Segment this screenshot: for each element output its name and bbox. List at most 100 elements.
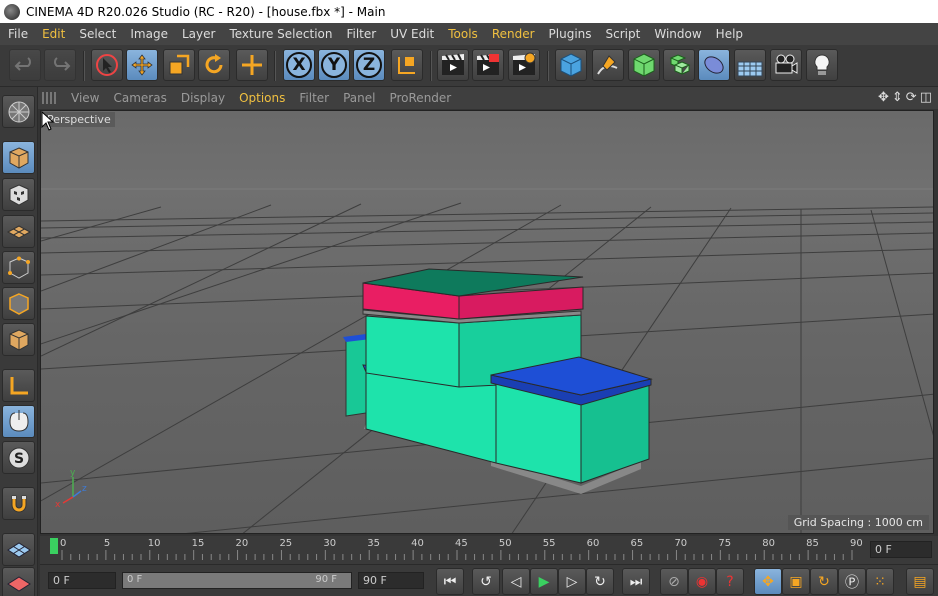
texture-mode-button[interactable] (2, 178, 35, 211)
scale-tool-button[interactable] (163, 49, 195, 81)
viewport-menu-cameras[interactable]: Cameras (106, 91, 173, 105)
workplane-grid-icon (6, 541, 31, 558)
move-icon (131, 54, 153, 76)
add-tool-button[interactable] (236, 49, 268, 81)
points-mode-icon (7, 256, 30, 279)
light-button[interactable] (806, 49, 838, 81)
perspective-viewport[interactable]: y x z Perspective Grid Spacing : 1000 cm (40, 110, 934, 534)
menu-layer[interactable]: Layer (174, 27, 221, 41)
move-tool-button[interactable] (126, 49, 158, 81)
enable-workplane-button[interactable] (2, 533, 35, 566)
solo-mode-button[interactable]: S (2, 441, 35, 474)
menu-image[interactable]: Image (122, 27, 174, 41)
locked-workplane-button[interactable] (2, 567, 35, 596)
menu-plugins[interactable]: Plugins (541, 27, 598, 41)
viewport-menu-panel[interactable]: Panel (336, 91, 382, 105)
menu-render[interactable]: Render (484, 27, 541, 41)
house-model (343, 268, 653, 494)
preview-start-field[interactable]: 0 F (48, 572, 116, 589)
axis-gizmo: y x z (55, 468, 87, 510)
x-axis-lock-button[interactable]: X (283, 49, 315, 81)
camera-button[interactable] (770, 49, 802, 81)
undo-button[interactable] (9, 49, 41, 81)
gizmo-y-label: y (70, 468, 76, 478)
pan-icon[interactable]: ✥ (878, 90, 889, 105)
orbit-icon[interactable]: ⟳ (906, 90, 917, 105)
keyframe-selection-button[interactable]: ? (716, 568, 744, 595)
autokeying-button[interactable]: ◉ (688, 568, 716, 595)
timeline-tick-label: 85 (806, 538, 819, 549)
play-forward-button[interactable]: ▶ (530, 568, 558, 595)
deformer-button[interactable] (698, 49, 730, 81)
menu-select[interactable]: Select (71, 27, 122, 41)
current-frame-field[interactable]: 0 F (870, 541, 932, 558)
previous-frame-button[interactable]: ◁ (502, 568, 530, 595)
next-key-button[interactable]: ↻ (586, 568, 614, 595)
record-position-button[interactable]: ✥ (754, 568, 782, 595)
record-active-objects-button[interactable]: ⊘ (660, 568, 688, 595)
make-editable-icon (8, 101, 29, 122)
go-to-end-button[interactable]: ⏭ (622, 568, 650, 595)
timeline-tick-label: 80 (762, 538, 775, 549)
previous-key-button[interactable]: ↺ (472, 568, 500, 595)
grip-handle[interactable] (42, 92, 58, 104)
record-point-level-button[interactable]: ⁙ (866, 568, 894, 595)
scheme-menu-button[interactable]: ▤ (906, 568, 934, 595)
cube-icon (560, 53, 582, 77)
maximize-view-icon[interactable]: ◫ (920, 90, 932, 105)
timeline[interactable]: 0 5 10 15 20 25 30 35 40 45 50 55 60 65 70 75 80 85 90 0 F (40, 536, 938, 564)
menu-tools[interactable]: Tools (440, 27, 484, 41)
viewport-menu-prorender[interactable]: ProRender (382, 91, 458, 105)
z-axis-lock-button[interactable]: Z (353, 49, 385, 81)
record-scale-button[interactable]: ▣ (782, 568, 810, 595)
edit-render-settings-button[interactable] (508, 49, 540, 81)
subdivision-surface-button[interactable] (628, 49, 660, 81)
make-editable-button[interactable] (2, 95, 35, 128)
timeline-tick-label: 10 (147, 538, 161, 549)
model-mode-button[interactable] (2, 141, 35, 174)
array-button[interactable] (663, 49, 695, 81)
zoom-icon[interactable]: ⇕ (892, 90, 903, 105)
menu-window[interactable]: Window (646, 27, 707, 41)
menu-texture-selection[interactable]: Texture Selection (221, 27, 338, 41)
menu-script[interactable]: Script (598, 27, 647, 41)
menu-edit[interactable]: Edit (34, 27, 71, 41)
preview-range-slider[interactable]: 0 F 90 F (122, 572, 352, 589)
menu-filter[interactable]: Filter (338, 27, 382, 41)
preview-end-field[interactable]: 90 F (358, 572, 424, 589)
viewport-menu-display[interactable]: Display (174, 91, 232, 105)
render-view-button[interactable] (437, 49, 469, 81)
floor-button[interactable] (734, 49, 766, 81)
viewport-menu-filter[interactable]: Filter (292, 91, 336, 105)
edges-mode-button[interactable] (2, 287, 35, 320)
cinema4d-logo-icon (4, 3, 20, 20)
axis-mode-button[interactable] (2, 369, 35, 402)
workplane-mode-button[interactable] (2, 215, 35, 248)
timeline-tick-label: 40 (411, 538, 424, 549)
redo-button[interactable] (44, 49, 76, 81)
texture-mode-icon (9, 183, 28, 206)
coordinate-system-button[interactable] (391, 49, 423, 81)
record-rotation-button[interactable]: ↻ (810, 568, 838, 595)
spline-pen-button[interactable] (592, 49, 624, 81)
menu-file[interactable]: File (0, 27, 34, 41)
solo-icon: S (8, 447, 29, 468)
cube-object-button[interactable] (555, 49, 587, 81)
menu-help[interactable]: Help (708, 27, 749, 41)
next-frame-button[interactable]: ▷ (558, 568, 586, 595)
viewport-menu-view[interactable]: View (64, 91, 106, 105)
menu-uv-edit[interactable]: UV Edit (382, 27, 440, 41)
snapping-button[interactable] (2, 487, 35, 520)
playhead[interactable] (50, 538, 58, 554)
go-to-start-button[interactable]: ⏮ (436, 568, 464, 595)
y-axis-lock-button[interactable]: Y (318, 49, 350, 81)
timeline-ruler[interactable]: 0 5 10 15 20 25 30 35 40 45 50 55 60 65 70 75 80 85 90 (50, 536, 863, 562)
select-tool-button[interactable] (91, 49, 123, 81)
points-mode-button[interactable] (2, 251, 35, 284)
tweak-mode-button[interactable] (2, 405, 35, 438)
render-picture-viewer-button[interactable] (472, 49, 504, 81)
rotate-tool-button[interactable] (198, 49, 230, 81)
viewport-menu-options[interactable]: Options (232, 91, 292, 105)
record-parameter-button[interactable]: Ⓟ (838, 568, 866, 595)
polygons-mode-button[interactable] (2, 323, 35, 356)
